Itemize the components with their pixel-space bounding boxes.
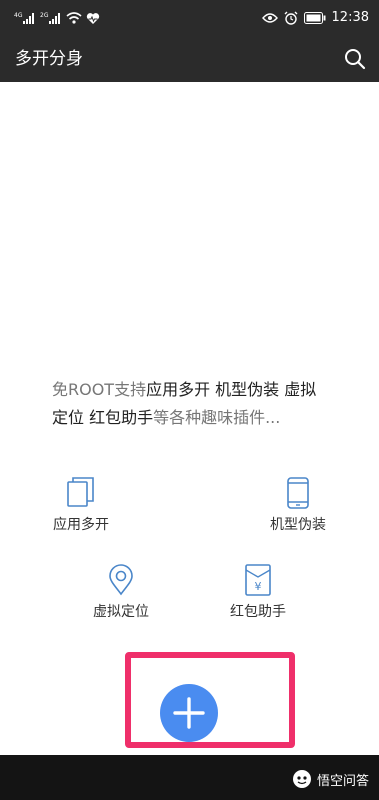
alarm-icon (284, 11, 298, 25)
eye-icon (261, 13, 278, 23)
search-icon[interactable] (343, 47, 367, 71)
page-title: 多开分身 (15, 49, 83, 69)
signal-icon: 4G (14, 12, 34, 24)
status-time: 12:38 (331, 10, 369, 25)
description-prefix: 免ROOT支持 (52, 380, 147, 399)
wukong-logo-icon (292, 770, 311, 788)
phone-icon (287, 477, 309, 509)
location-icon (109, 564, 133, 596)
feature-virtual-location[interactable]: 虚拟定位 (66, 564, 176, 622)
add-app-button[interactable] (160, 684, 218, 742)
status-left: 4G 2G (14, 9, 100, 27)
signal-icon: 2G (40, 12, 60, 24)
status-bar: 4G 2G 12:38 (0, 0, 379, 36)
heart-icon (86, 12, 100, 24)
sim1-label: 4G (14, 12, 23, 19)
watermark: 悟空问答 (292, 769, 369, 789)
feature-device-spoof[interactable]: 机型伪装 (243, 477, 353, 535)
red-envelope-icon: ¥ (245, 564, 271, 596)
battery-icon (303, 12, 326, 24)
status-right: 12:38 (261, 9, 369, 27)
feature-label: 红包助手 (230, 604, 286, 620)
wifi-icon (66, 12, 82, 24)
bottom-bar: 悟空问答 (0, 755, 379, 800)
feature-label: 应用多开 (53, 517, 109, 533)
app-bar: 多开分身 (0, 36, 379, 82)
copy-icon (67, 477, 94, 507)
feature-label: 虚拟定位 (93, 604, 149, 620)
feature-red-envelope[interactable]: ¥ 红包助手 (203, 564, 313, 622)
sim2-label: 2G (40, 12, 49, 19)
description-suffix: 等各种趣味插件... (153, 408, 281, 427)
svg-text:¥: ¥ (255, 580, 262, 593)
feature-app-clone[interactable]: 应用多开 (26, 477, 136, 535)
watermark-text: 悟空问答 (316, 773, 369, 789)
feature-description: 免ROOT支持应用多开 机型伪装 虚拟定位 红包助手等各种趣味插件... (52, 376, 332, 432)
plus-icon (173, 697, 205, 729)
feature-label: 机型伪装 (270, 517, 326, 533)
